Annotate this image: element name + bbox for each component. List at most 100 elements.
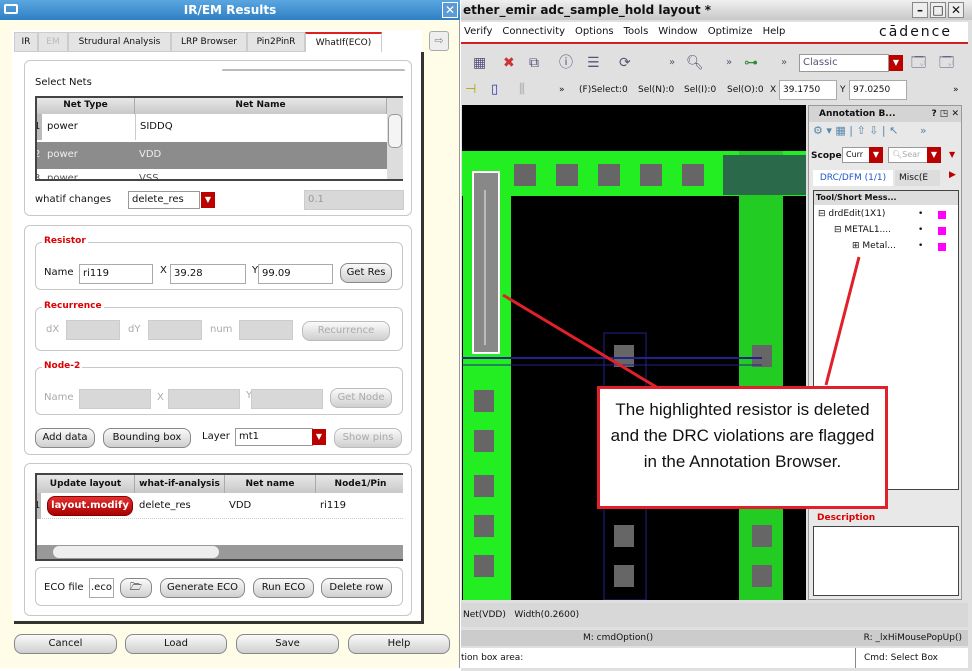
ruler-icon[interactable]: ▯ [491,79,498,101]
resistor-y-input[interactable]: 99.09 [258,264,333,284]
layer-select[interactable]: mt1 [235,428,313,446]
info-icon[interactable]: ⓘ [559,50,573,76]
menu-tools[interactable]: Tools [624,26,649,37]
col-update-layout[interactable]: Update layout [37,475,135,493]
copy-icon[interactable]: ⧉ [529,50,539,76]
col-net-type[interactable]: Net Type [37,98,135,114]
col-net-name[interactable]: Net Name [135,98,387,114]
close-icon[interactable]: ✕ [948,2,964,18]
delete-icon[interactable]: ✖ [503,50,515,76]
workspace-select[interactable]: Classic [799,54,889,72]
refresh-icon[interactable]: ⟳ [619,50,631,76]
dx-input[interactable] [66,320,120,340]
get-res-button[interactable]: Get Res [340,263,392,283]
show-pins-button[interactable]: Show pins [334,428,402,448]
get-node-button[interactable]: Get Node [330,388,392,408]
menu-optimize[interactable]: Optimize [708,26,753,37]
scroll-thumb[interactable] [388,114,402,148]
layout-modify-button[interactable]: layout.modify [47,496,133,516]
zoom-icon[interactable]: 🔍︎ [686,50,704,76]
chevron-down-icon[interactable]: ▼ [889,55,903,71]
delete-row-button[interactable]: Delete row [321,578,392,598]
generate-eco-button[interactable]: Generate ECO [160,578,245,598]
table-row-selected[interactable]: 2 power VDD [37,142,387,169]
more-icon[interactable]: » [669,50,675,76]
col-net-name[interactable]: Net name [225,475,316,493]
maximize-icon[interactable]: □ [930,2,946,18]
more-icon[interactable]: » [953,79,959,101]
help-button[interactable]: Help [348,634,450,654]
chevron-down-icon[interactable]: ▼ [312,429,326,445]
connect-icon[interactable]: ⊶ [744,50,758,76]
num-input[interactable] [239,320,293,340]
more-icon[interactable]: » [726,50,732,76]
window-icon[interactable]: 🗔 [911,50,926,76]
node2-name-input[interactable] [79,389,151,409]
col-node1-pin[interactable]: Node1/Pin [316,475,403,493]
fit-icon[interactable]: ▦ [473,50,486,76]
close-icon[interactable]: ✕ [442,2,458,18]
run-eco-button[interactable]: Run ECO [253,578,314,598]
tree-item[interactable]: ⊟ drdEdit(1X1) • [818,209,956,219]
window-menu-icon[interactable] [4,4,18,14]
probe-icon[interactable]: ⫼ [519,79,525,101]
eco-file-input[interactable]: .eco [89,578,114,598]
dy-input[interactable] [148,320,202,340]
float-close-icons[interactable]: ? ◳ ✕ [931,106,959,122]
chevron-down-icon[interactable]: ▼ [927,147,941,163]
scroll-thumb[interactable] [53,546,219,558]
pin-icon[interactable]: ⊣ [465,79,476,101]
panel-arrow-button[interactable]: ⇨ [429,31,449,51]
tab-em[interactable]: EM [38,32,68,52]
mouse-bindings: M: cmdOption() R: _lxHiMousePopUp() [461,630,968,646]
whatif-value-field[interactable]: 0.1 [304,190,404,210]
tree-item[interactable]: ⊟ METAL1.... • [834,225,956,235]
node2-y-input[interactable] [251,389,323,409]
search-input[interactable]: 🔍︎Sear [888,147,928,163]
menu-connectivity[interactable]: Connectivity [502,26,565,37]
table-row[interactable]: 3 power VSS [37,170,387,179]
chevron-down-icon[interactable]: ▼ [869,147,883,163]
menu-window[interactable]: Window [658,26,697,37]
bounding-box-button[interactable]: Bounding box [103,428,191,448]
minimize-icon[interactable]: – [912,2,928,18]
col-whatif-analysis[interactable]: what-if-analysis [135,475,225,493]
more-icon[interactable]: » [559,79,565,101]
tab-scroll-right[interactable]: ▶ [949,170,956,180]
chevron-down-icon[interactable]: ▼ [201,192,215,208]
menu-verify[interactable]: Verify [464,26,492,37]
whatif-changes-select[interactable]: delete_res [128,191,200,209]
resistor-x-input[interactable]: 39.28 [170,264,246,284]
load-button[interactable]: Load [125,634,227,654]
scope-select[interactable]: Curr [842,147,870,163]
tree-header[interactable]: Tool/Short Mess... [814,191,958,205]
node2-x-input[interactable] [168,389,240,409]
chevron-down-icon[interactable]: ▼ [949,150,955,159]
horizontal-scrollbar[interactable] [37,545,403,559]
table-row[interactable]: 1 layout.modify delete_res VDD ri119 [37,493,403,519]
resistor-name-input[interactable]: ri119 [79,264,153,284]
tab-whatif-eco[interactable]: WhatIf(ECO) [305,32,382,52]
tab-structural-analysis[interactable]: Strudural Analysis [68,32,171,52]
table-row[interactable]: 1 power SIDDQ [37,114,387,141]
layout-canvas[interactable] [462,105,806,600]
tab-misc[interactable]: Misc(E [895,170,940,186]
tab-pin2pinr[interactable]: Pin2PinR [247,32,305,52]
recurrence-button[interactable]: Recurrence [302,321,390,341]
cancel-button[interactable]: Cancel [14,634,117,654]
window-close-icon[interactable]: 🗔 [939,50,954,76]
tree-item[interactable]: ⊞ Metal... • [852,241,956,251]
save-button[interactable]: Save [236,634,339,654]
description-box[interactable] [813,526,959,596]
tab-lrp-browser[interactable]: LRP Browser [171,32,247,52]
folder-open-button[interactable]: 🗁 [120,578,152,598]
vertical-scrollbar[interactable] [387,98,403,179]
menu-options[interactable]: Options [575,26,614,37]
more-icon[interactable]: » [781,50,787,76]
tab-ir[interactable]: IR [14,32,38,52]
sel-o-count: Sel(O):0 [727,85,764,95]
tab-drc-dfm[interactable]: DRC/DFM (1/1) [813,170,893,186]
add-data-button[interactable]: Add data [35,428,95,448]
align-icon[interactable]: ☰ [587,50,600,76]
menu-help[interactable]: Help [763,26,786,37]
